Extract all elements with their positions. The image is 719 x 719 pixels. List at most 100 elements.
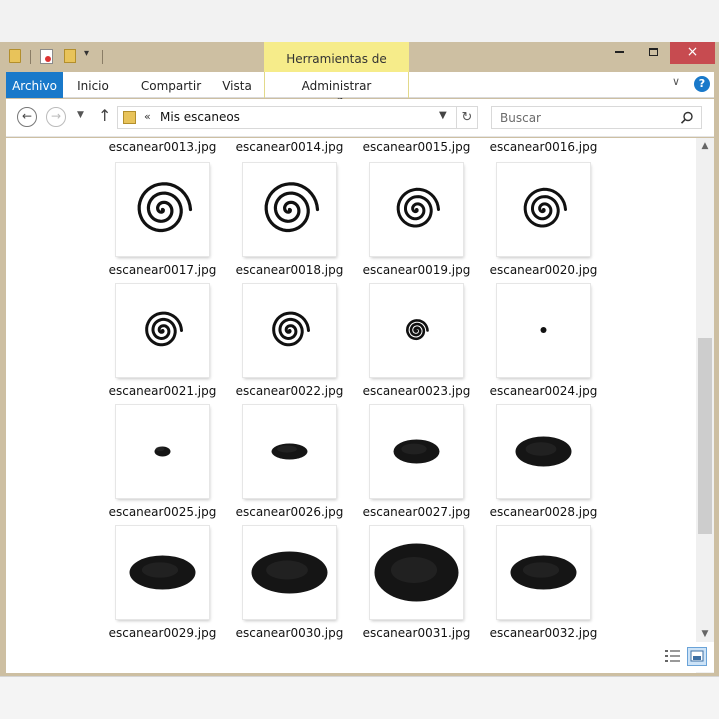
scroll-down-icon[interactable]: ▼ (696, 626, 714, 643)
file-thumbnail[interactable] (243, 526, 336, 619)
spiral-small-image (145, 311, 183, 347)
file-label[interactable]: escanear0027.jpg (354, 505, 479, 519)
blob-7-image (374, 543, 459, 602)
file-thumbnail[interactable] (370, 163, 463, 256)
help-icon[interactable]: ? (694, 76, 710, 92)
file-label[interactable]: escanear0024.jpg (481, 384, 606, 398)
file-label[interactable]: escanear0022.jpg (227, 384, 352, 398)
tab-compartir[interactable]: Compartir (130, 72, 212, 98)
toolbar-separator (102, 50, 103, 64)
blob-3-image (393, 439, 440, 464)
file-thumbnail[interactable] (116, 284, 209, 377)
back-button[interactable]: ← (17, 107, 37, 127)
forward-button[interactable]: → (46, 107, 66, 127)
file-thumbnail[interactable] (370, 526, 463, 619)
file-label[interactable]: escanear0030.jpg (227, 626, 352, 640)
tab-archivo[interactable]: Archivo (6, 72, 63, 98)
tab-administrar[interactable]: Administrar (264, 72, 409, 98)
file-label[interactable]: escanear0017.jpg (100, 263, 225, 277)
file-thumbnail[interactable] (243, 163, 336, 256)
blob-5-image (129, 555, 196, 590)
breadcrumb-current-folder[interactable]: Mis escaneos (160, 110, 240, 124)
scrollbar-thumb[interactable] (698, 338, 712, 534)
address-bar[interactable]: « Mis escaneos ▼ (117, 106, 457, 129)
file-label[interactable]: escanear0020.jpg (481, 263, 606, 277)
file-label[interactable]: escanear0032.jpg (481, 626, 606, 640)
spiral-medium-image (523, 187, 567, 228)
tab-inicio[interactable]: Inicio (64, 72, 122, 98)
file-label[interactable]: escanear0023.jpg (354, 384, 479, 398)
expand-ribbon-chevron-icon[interactable]: ∨ (672, 75, 680, 88)
file-item[interactable]: escanear0030.jpg (227, 526, 343, 647)
file-item[interactable]: escanear0027.jpg (354, 405, 470, 526)
file-label[interactable]: escanear0021.jpg (100, 384, 225, 398)
file-label[interactable]: escanear0018.jpg (227, 263, 352, 277)
file-label[interactable]: escanear0031.jpg (354, 626, 479, 640)
breadcrumb-overflow[interactable]: « (144, 110, 151, 123)
file-thumbnail[interactable] (116, 405, 209, 498)
tab-vista[interactable]: Vista (212, 72, 262, 98)
up-arrow-icon[interactable]: ↑ (98, 106, 111, 125)
search-icon[interactable] (679, 110, 695, 126)
file-label[interactable]: escanear0028.jpg (481, 505, 606, 519)
navigation-bar: ← → ▼ ↑ « Mis escaneos ▼ ↻ (6, 99, 714, 137)
file-item[interactable]: escanear0024.jpg (481, 284, 597, 405)
file-label[interactable]: escanear0019.jpg (354, 263, 479, 277)
new-folder-icon[interactable] (64, 49, 76, 63)
scroll-up-icon[interactable]: ▲ (696, 138, 714, 155)
close-button[interactable]: × (670, 42, 715, 64)
blob-4-image (515, 436, 572, 467)
file-thumbnail[interactable] (116, 163, 209, 256)
recent-locations-chevron-icon[interactable]: ▼ (77, 110, 84, 120)
spiral-small-image (272, 311, 310, 347)
file-item[interactable]: escanear0018.jpg (227, 163, 343, 284)
file-item[interactable]: escanear0025.jpg (100, 405, 216, 526)
file-item[interactable]: escanear0026.jpg (227, 405, 343, 526)
file-item[interactable]: escanear0028.jpg (481, 405, 597, 526)
refresh-button[interactable]: ↻ (457, 106, 478, 129)
file-item[interactable]: escanear0020.jpg (481, 163, 597, 284)
minimize-button[interactable] (602, 42, 636, 64)
file-thumbnail[interactable] (497, 163, 590, 256)
file-item[interactable]: escanear0021.jpg (100, 284, 216, 405)
file-label[interactable]: escanear0029.jpg (100, 626, 225, 640)
thumbnail-grid: escanear0017.jpg escanear0018.jpg escanear… (6, 138, 696, 673)
file-item[interactable]: escanear0022.jpg (227, 284, 343, 405)
file-label[interactable]: escanear0026.jpg (227, 505, 352, 519)
file-thumbnail[interactable] (116, 526, 209, 619)
file-thumbnail[interactable] (370, 405, 463, 498)
file-item[interactable]: escanear0017.jpg (100, 163, 216, 284)
search-input[interactable] (492, 107, 672, 128)
blob-1-image (154, 446, 171, 457)
large-icons-view-icon[interactable] (687, 647, 707, 666)
file-item[interactable]: escanear0023.jpg (354, 284, 470, 405)
blob-5-image (510, 555, 577, 590)
dot-image (540, 327, 547, 333)
spiral-large-image (137, 182, 193, 233)
file-thumbnail[interactable] (497, 405, 590, 498)
search-box[interactable] (491, 106, 702, 129)
context-tab-header: Herramientas de imagen (264, 42, 409, 100)
file-thumbnail[interactable] (243, 284, 336, 377)
details-view-icon[interactable] (664, 648, 681, 665)
file-label[interactable]: escanear0025.jpg (100, 505, 225, 519)
file-explorer-window: ▾ Herramientas de imagen × Archivo Inici… (0, 42, 719, 676)
file-thumbnail[interactable] (370, 284, 463, 377)
spiral-tiny-image (405, 319, 429, 341)
file-item[interactable]: escanear0029.jpg (100, 526, 216, 647)
address-dropdown-chevron-icon[interactable]: ▼ (439, 110, 447, 121)
spiral-medium-image (396, 187, 440, 228)
file-thumbnail[interactable] (497, 526, 590, 619)
file-item[interactable]: escanear0019.jpg (354, 163, 470, 284)
minimize-icon (614, 50, 624, 53)
maximize-icon (648, 47, 658, 56)
customize-toolbar-icon[interactable]: ▾ (84, 48, 89, 64)
properties-icon[interactable] (40, 49, 53, 64)
maximize-button[interactable] (636, 42, 670, 64)
toolbar-separator (30, 50, 31, 64)
file-thumbnail[interactable] (497, 284, 590, 377)
file-thumbnail[interactable] (243, 405, 336, 498)
file-item[interactable]: escanear0032.jpg (481, 526, 597, 647)
vertical-scrollbar[interactable]: ▲ ▼ (696, 138, 714, 673)
file-item[interactable]: escanear0031.jpg (354, 526, 470, 647)
